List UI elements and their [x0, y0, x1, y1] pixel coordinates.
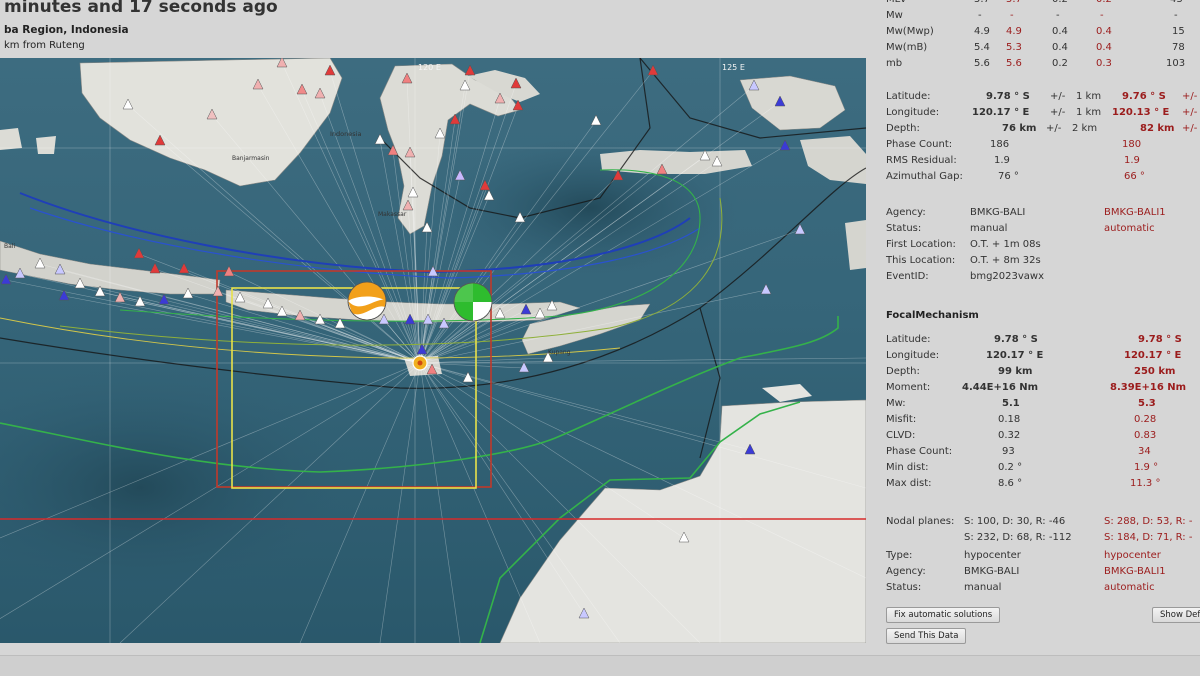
map-canvas[interactable]: 120 E 125 E Indonesia Banjarmasin Makass…: [0, 58, 866, 643]
send-this-data-button[interactable]: Send This Data: [886, 628, 967, 644]
event-region: ba Region, Indonesia: [4, 24, 129, 36]
beachball-bmkg[interactable]: [347, 281, 387, 321]
lon-label-120: 120 E: [418, 63, 441, 72]
fix-automatic-solutions-button[interactable]: Fix automatic solutions: [886, 607, 1001, 623]
focal-mechanism-title: FocalMechanism: [886, 310, 979, 321]
show-definition-button[interactable]: Show Def: [1152, 607, 1200, 623]
map-label-banjarmasin: Banjarmasin: [232, 155, 270, 162]
event-details-panel: MLv 5.7 5.7 0.2 0.2 43 Mw - - - - - Mw(M…: [868, 0, 1200, 660]
event-time-ago: minutes and 17 seconds ago: [4, 0, 278, 17]
status-bar: [0, 655, 1200, 676]
event-distance: km from Ruteng: [4, 40, 85, 51]
map-label-bali: Bali: [4, 243, 15, 250]
epicenter-marker[interactable]: [412, 355, 428, 371]
event-header: minutes and 17 seconds ago ba Region, In…: [0, 0, 870, 58]
map-label-kupang: Kupang: [548, 349, 571, 356]
lon-label-125: 125 E: [722, 63, 745, 72]
island-west-2: [36, 136, 56, 154]
event-map[interactable]: 120 E 125 E Indonesia Banjarmasin Makass…: [0, 58, 866, 643]
map-label-makassar: Makassar: [378, 211, 407, 218]
beachball-bmkg1[interactable]: [453, 282, 493, 322]
map-label-indonesia: Indonesia: [330, 130, 361, 138]
